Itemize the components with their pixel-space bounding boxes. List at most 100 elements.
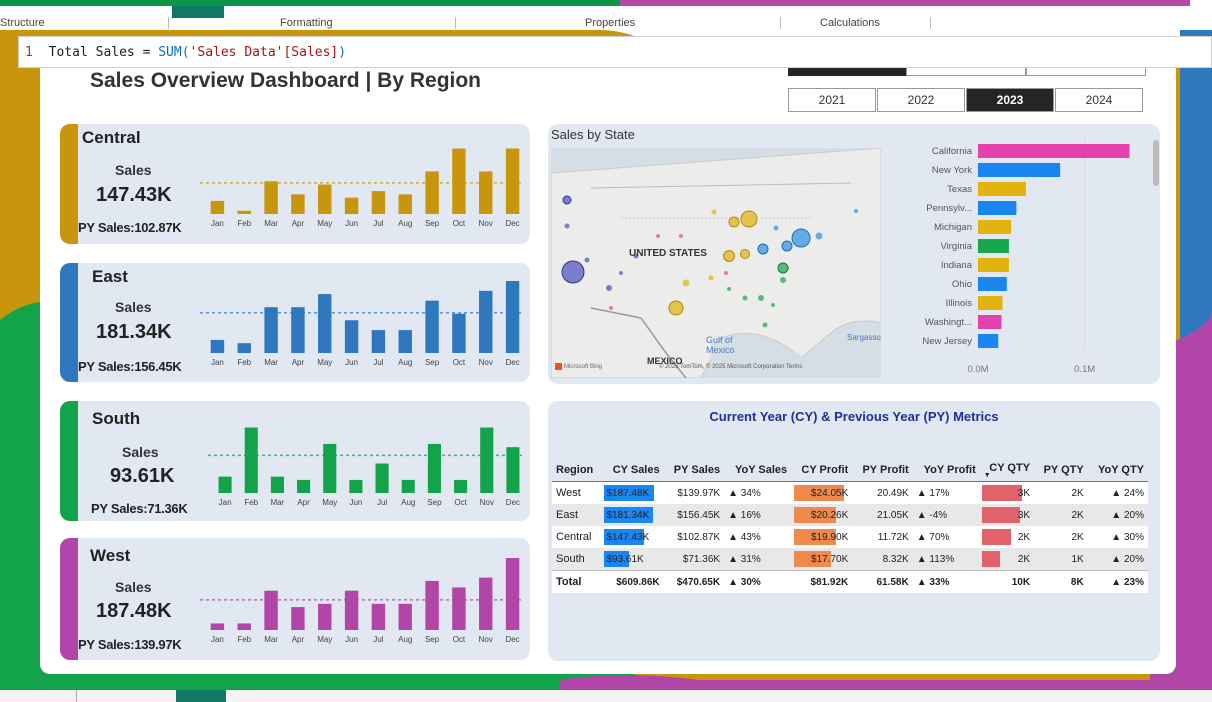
month-bar-jan[interactable] (210, 339, 225, 353)
month-bar-jan[interactable] (210, 200, 225, 214)
region-card-central[interactable]: Central Sales 147.43K PY Sales:102.87K J… (60, 124, 530, 244)
month-bar-nov[interactable] (479, 171, 493, 214)
month-bar-aug[interactable] (398, 330, 412, 353)
month-tick-label: Nov (479, 219, 493, 228)
state-bar[interactable] (978, 201, 1017, 215)
dax-formula-bar[interactable]: 1 Total Sales = SUM('Sales Data'[Sales]) (18, 36, 1212, 68)
month-bar-jul[interactable] (371, 330, 386, 353)
month-bar-jul[interactable] (371, 191, 386, 214)
month-bar-mar[interactable] (270, 476, 284, 493)
ribbon-section-structure[interactable]: Structure (0, 17, 45, 29)
ribbon-section-formatting[interactable]: Formatting (280, 17, 333, 29)
month-bar-apr[interactable] (297, 479, 311, 493)
us-map[interactable]: UNITED STATES Gulf of Mexico MEXICO Sarg… (551, 148, 881, 378)
col-header-yoy-profit[interactable]: YoY Profit (912, 458, 980, 482)
month-bar-jul[interactable] (375, 463, 389, 493)
month-bar-oct[interactable] (452, 587, 466, 630)
month-bar-may[interactable] (323, 443, 337, 493)
month-bar-feb[interactable] (244, 427, 258, 493)
col-header-yoy-qty[interactable]: YoY QTY (1087, 458, 1148, 482)
state-bar[interactable] (978, 144, 1130, 158)
ribbon-section-calculations[interactable]: Calculations (820, 17, 880, 29)
state-bar[interactable] (978, 296, 1003, 310)
month-bar-apr[interactable] (291, 307, 305, 353)
month-bar-feb[interactable] (237, 210, 251, 214)
ribbon-divider (930, 17, 931, 29)
col-header-cy-sales[interactable]: CY Sales (602, 458, 664, 482)
month-bar-dec[interactable] (506, 447, 520, 493)
month-bar-may[interactable] (318, 603, 332, 630)
month-bar-oct[interactable] (454, 479, 468, 493)
month-bar-aug[interactable] (401, 479, 415, 493)
month-bar-dec[interactable] (505, 281, 520, 353)
col-header-cy-profit[interactable]: CY Profit (791, 458, 853, 482)
month-bar-sep[interactable] (425, 580, 439, 630)
region-cell: South (552, 548, 603, 571)
table-row[interactable]: South $93.61K $71.36K ▲ 31% $17.70K 8.32K ▲ 11… (552, 548, 1148, 571)
col-header-py-qty[interactable]: PY QTY (1034, 458, 1088, 482)
table-row[interactable]: Central $147.43K $102.87K ▲ 43% $19.90K 11.72… (552, 526, 1148, 548)
state-bar[interactable] (978, 334, 999, 348)
chart-scrollbar[interactable] (1153, 140, 1159, 186)
month-bar-sep[interactable] (425, 171, 439, 214)
data-bar (981, 551, 1000, 567)
month-bar-oct[interactable] (452, 148, 466, 214)
month-bar-sep[interactable] (425, 300, 439, 353)
month-bar-apr[interactable] (291, 607, 305, 630)
table-row[interactable]: East $181.34K $156.45K ▲ 16% $20.26K 21.05K ▲ … (552, 504, 1148, 526)
month-bar-jul[interactable] (371, 603, 386, 630)
col-header-cy-qty[interactable]: CY QTY ▼ (979, 458, 1035, 482)
region-card-east[interactable]: East Sales 181.34K PY Sales:156.45K Jan F… (60, 263, 530, 382)
region-accent-bar (60, 538, 78, 660)
month-bar-may[interactable] (318, 184, 332, 214)
month-tick-label: Jun (349, 498, 362, 507)
month-bar-sep[interactable] (427, 443, 441, 493)
sales-by-state-bar-chart[interactable]: California New York Texas Pennsylv... Michig… (890, 138, 1150, 378)
month-bar-jan[interactable] (210, 623, 225, 630)
month-bar-jun[interactable] (344, 590, 359, 630)
month-bar-feb[interactable] (237, 343, 251, 353)
month-bar-nov[interactable] (480, 427, 494, 493)
month-tick-label: Oct (453, 219, 466, 228)
month-bar-aug[interactable] (398, 194, 412, 214)
map-credits[interactable]: © 2025 TomTom, © 2025 Microsoft Corporat… (659, 364, 802, 370)
state-bar[interactable] (978, 315, 1002, 329)
month-bar-apr[interactable] (291, 194, 305, 214)
month-bar-dec[interactable] (505, 558, 520, 630)
active-page-tab[interactable] (176, 690, 226, 702)
month-bar-aug[interactable] (398, 603, 412, 630)
col-header-py-sales[interactable]: PY Sales (663, 458, 725, 482)
month-bar-jan[interactable] (218, 476, 232, 493)
month-bar-nov[interactable] (479, 290, 493, 353)
col-header-region[interactable]: Region (552, 458, 603, 482)
state-bar[interactable] (978, 239, 1009, 253)
month-bar-mar[interactable] (264, 181, 278, 214)
month-bar-jun[interactable] (349, 479, 363, 493)
month-bar-jun[interactable] (344, 197, 359, 214)
year-button-2022[interactable]: 2022 (877, 88, 965, 112)
region-card-south[interactable]: South Sales 93.61K PY Sales:71.36K Jan Fe… (60, 401, 530, 521)
month-bar-feb[interactable] (237, 623, 251, 630)
month-bar-mar[interactable] (264, 307, 278, 353)
month-bar-dec[interactable] (505, 148, 520, 214)
month-bar-may[interactable] (318, 294, 332, 353)
month-bar-mar[interactable] (264, 590, 278, 630)
col-header-yoy-sales[interactable]: YoY Sales (724, 458, 792, 482)
state-bar[interactable] (978, 182, 1026, 196)
state-bar[interactable] (978, 258, 1009, 272)
formula-argument: 'Sales Data'[Sales] (189, 45, 339, 60)
month-bar-jun[interactable] (344, 320, 359, 353)
year-button-2024[interactable]: 2024 (1055, 88, 1143, 112)
col-header-py-profit[interactable]: PY Profit (852, 458, 913, 482)
region-card-west[interactable]: West Sales 187.48K PY Sales:139.97K Jan F… (60, 538, 530, 660)
year-button-2021[interactable]: 2021 (788, 88, 876, 112)
table-row[interactable]: West $187.48K $139.97K ▲ 34% $24.05K 20.49K ▲ … (552, 481, 1148, 504)
state-bar[interactable] (978, 163, 1061, 177)
state-bar[interactable] (978, 220, 1012, 234)
month-bar-oct[interactable] (452, 313, 466, 353)
month-bar-nov[interactable] (479, 577, 493, 630)
state-bar[interactable] (978, 277, 1007, 291)
ribbon-section-properties[interactable]: Properties (585, 17, 635, 29)
year-button-2023[interactable]: 2023 (966, 88, 1054, 112)
sort-desc-icon: ▼ (983, 472, 991, 479)
